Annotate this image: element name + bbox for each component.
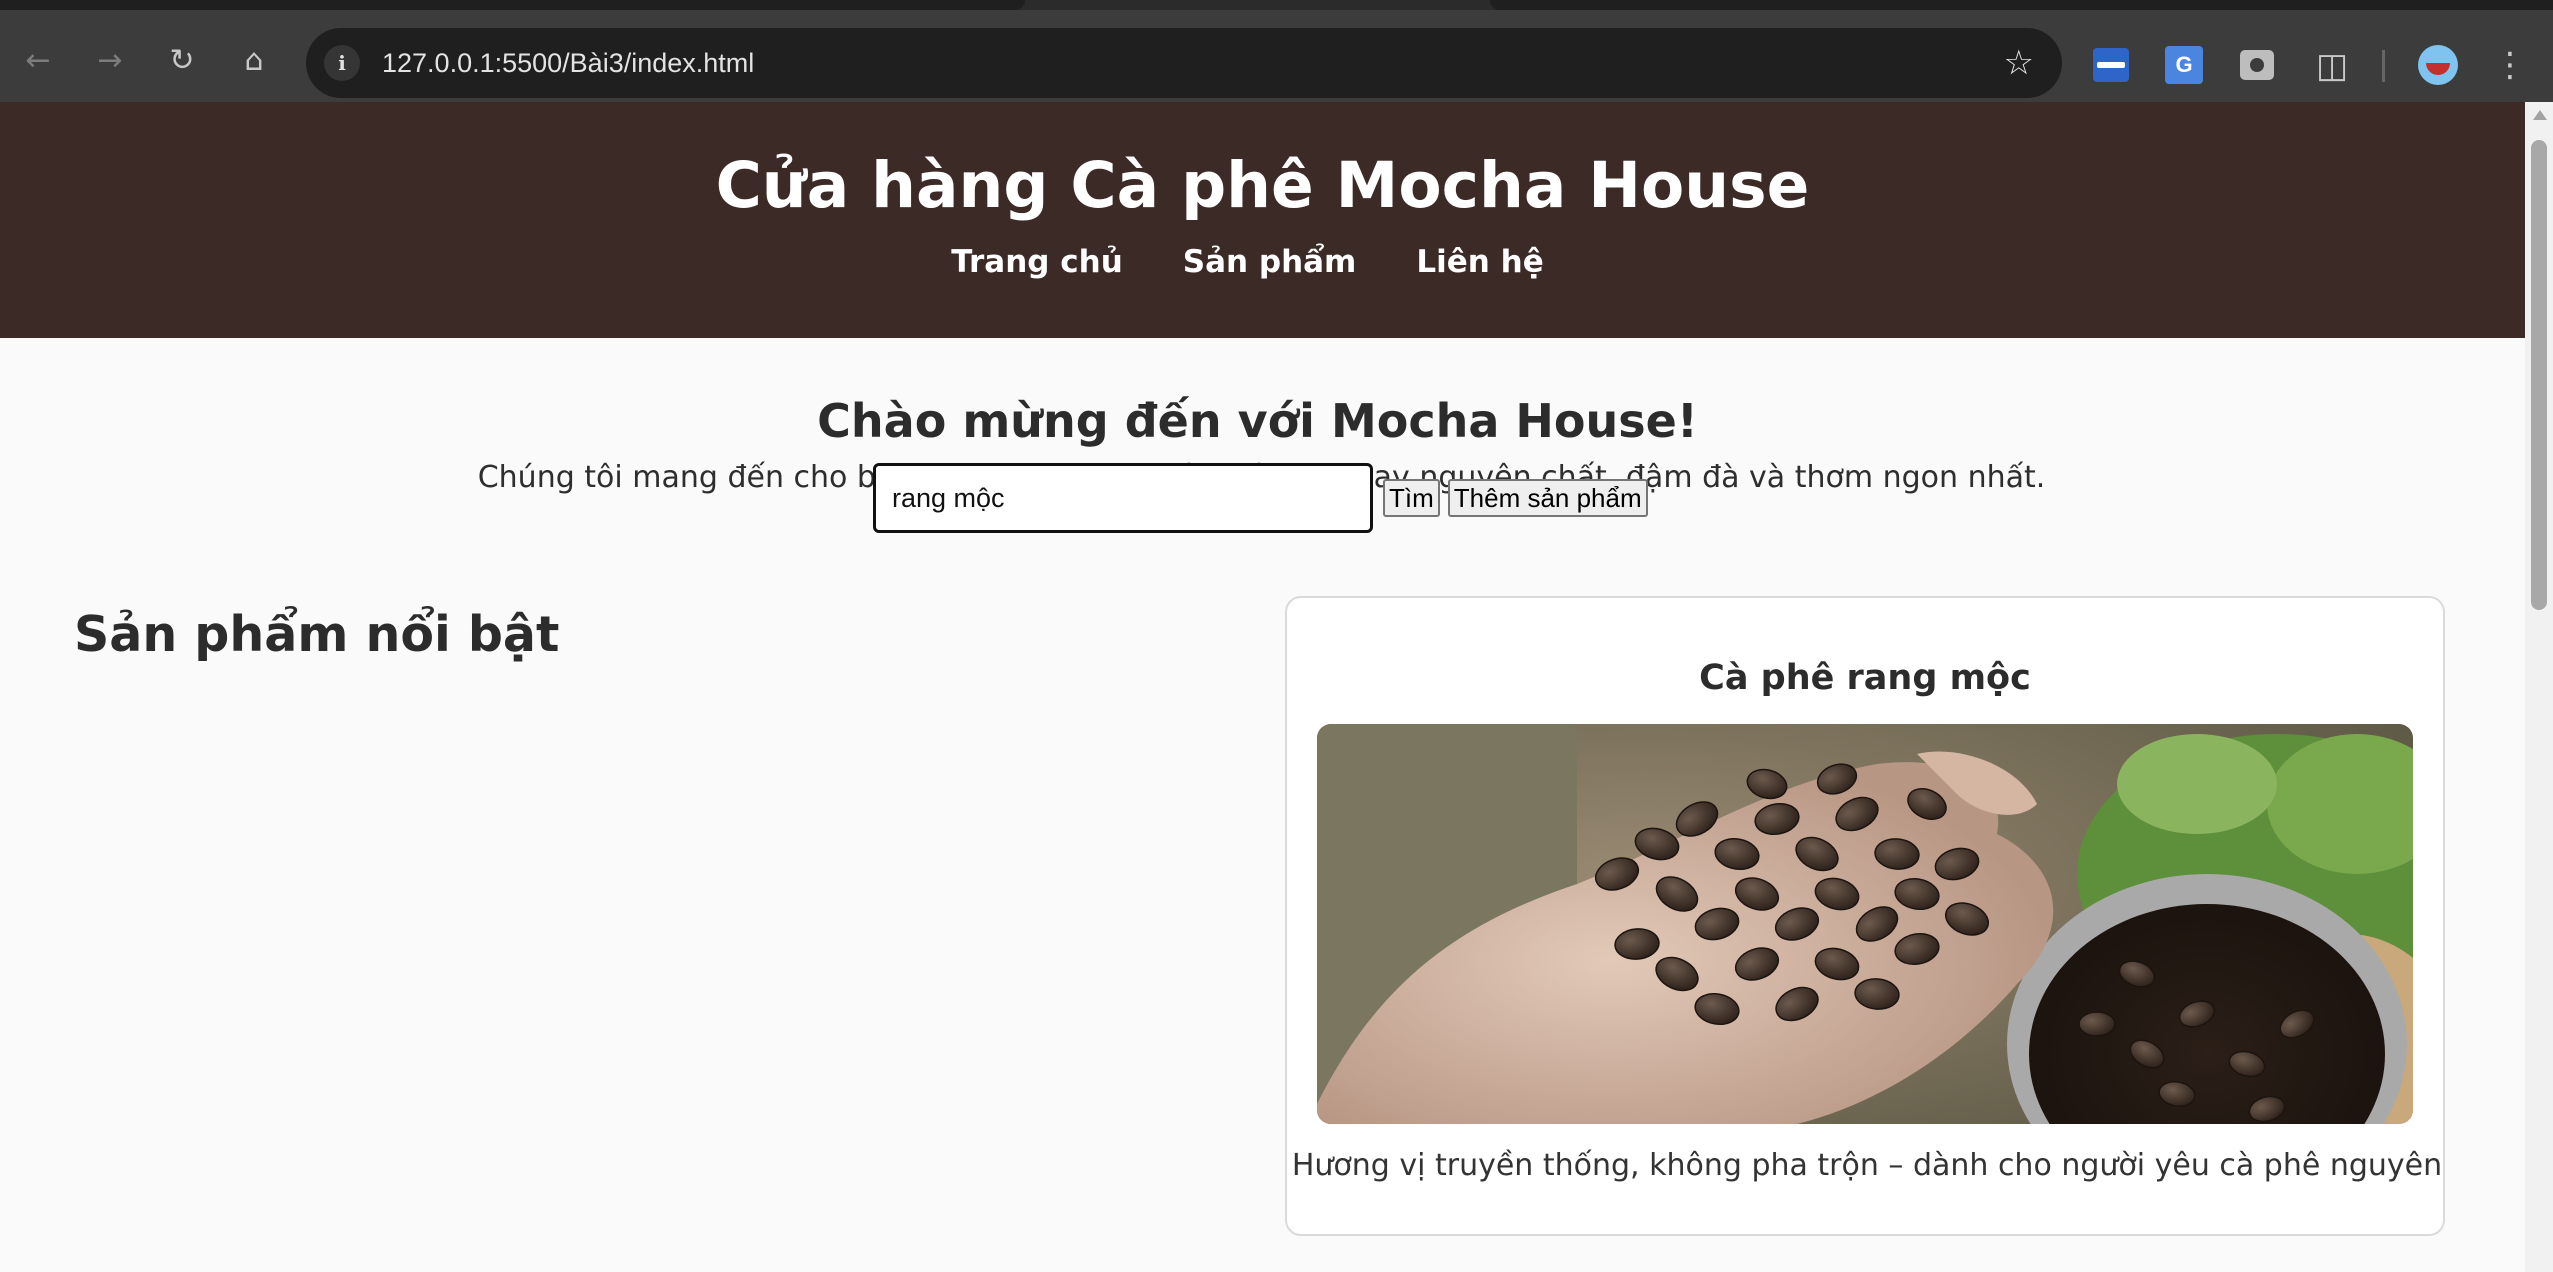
- translate-icon[interactable]: G: [2165, 46, 2203, 84]
- url-text[interactable]: 127.0.0.1:5500/Bài3/index.html: [382, 45, 754, 81]
- add-product-button[interactable]: Thêm sản phẩm: [1447, 479, 1648, 517]
- coffee-beans-image: [1317, 724, 2413, 1124]
- toolbar-divider: [2382, 50, 2385, 82]
- nav-link-contact[interactable]: Liên hệ: [1416, 240, 1543, 284]
- puzzle-icon[interactable]: ◫: [2312, 46, 2352, 86]
- page-viewport: Cửa hàng Cà phê Mocha House Trang chủ Sả…: [0, 102, 2525, 1272]
- welcome-heading: Chào mừng đến với Mocha House!: [817, 394, 1698, 448]
- menu-icon[interactable]: ⋮: [2490, 40, 2530, 90]
- featured-title: Sản phẩm nổi bật: [74, 606, 560, 663]
- page-scrollbar[interactable]: [2525, 102, 2553, 1272]
- nav-link-products[interactable]: Sản phẩm: [1183, 240, 1357, 284]
- back-icon[interactable]: ←: [18, 40, 58, 80]
- home-icon[interactable]: ⌂: [234, 40, 274, 80]
- address-bar[interactable]: i 127.0.0.1:5500/Bài3/index.html ☆: [306, 28, 2062, 98]
- site-header: Cửa hàng Cà phê Mocha House Trang chủ Sả…: [0, 102, 2525, 338]
- reload-icon[interactable]: ↻: [162, 40, 202, 80]
- product-image: [1317, 724, 2413, 1124]
- scroll-thumb[interactable]: [2531, 140, 2547, 610]
- nav-link-home[interactable]: Trang chủ: [951, 240, 1123, 284]
- profile-avatar[interactable]: [2418, 45, 2458, 85]
- site-title: Cửa hàng Cà phê Mocha House: [715, 149, 1810, 222]
- tab-left[interactable]: [0, 0, 1025, 10]
- product-description: Hương vị truyền thống, không pha trộn – …: [1291, 1148, 2443, 1183]
- scroll-up-arrow-icon[interactable]: [2533, 110, 2547, 120]
- search-input[interactable]: [873, 463, 1373, 533]
- browser-chrome: ← → ↻ ⌂ i 127.0.0.1:5500/Bài3/index.html…: [0, 0, 2553, 102]
- forward-icon[interactable]: →: [90, 40, 130, 80]
- bookmark-star-icon[interactable]: ☆: [2004, 41, 2034, 85]
- extension-icon[interactable]: [2093, 48, 2129, 82]
- search-button[interactable]: Tìm: [1383, 479, 1440, 517]
- browser-toolbar: ← → ↻ ⌂ i 127.0.0.1:5500/Bài3/index.html…: [0, 10, 2553, 102]
- tab-right[interactable]: [1490, 0, 2553, 10]
- camera-icon[interactable]: [2240, 50, 2274, 80]
- site-info-icon[interactable]: i: [324, 45, 360, 81]
- product-name: Cà phê rang mộc: [1699, 658, 2031, 698]
- search-bar: Tìm Thêm sản phẩm: [873, 463, 1648, 533]
- product-card[interactable]: Cà phê rang mộc Hương vị truyền thống, k…: [1285, 596, 2445, 1236]
- tab-strip: [0, 0, 2553, 10]
- main-nav: Trang chủ Sản phẩm Liên hệ: [0, 240, 2525, 284]
